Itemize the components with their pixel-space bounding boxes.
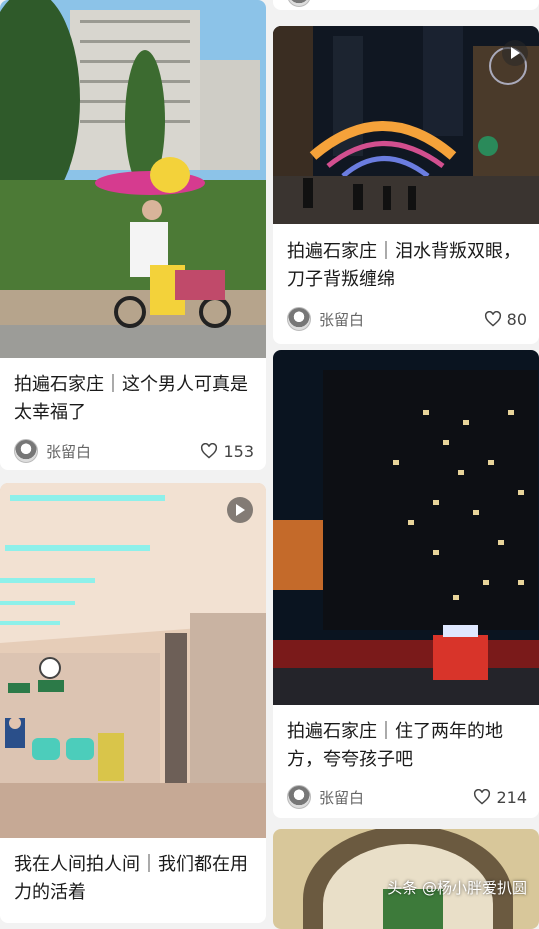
watermark-text: 头条 @杨小胖爱扒圆 (387, 879, 527, 897)
photo-pedestrian-street (273, 26, 539, 224)
post-meta (287, 0, 527, 8)
heart-outline-icon (484, 311, 501, 327)
like-button[interactable]: 80 (484, 310, 527, 329)
post-meta: 张留白 153 (14, 438, 254, 464)
heart-outline-icon (201, 443, 218, 459)
play-button[interactable] (227, 497, 253, 523)
post-card-4[interactable]: 我在人间拍人间｜我们都在用力的活着 (0, 483, 266, 923)
post-title[interactable]: 拍遍石家庄｜这个男人可真是太幸福了 (14, 371, 256, 427)
play-icon (236, 504, 245, 516)
play-button[interactable] (502, 40, 528, 66)
author-avatar-icon[interactable] (287, 0, 311, 7)
photo-man-with-balloons (0, 0, 266, 358)
like-count: 214 (496, 787, 527, 807)
post-card-0-partial[interactable] (273, 0, 539, 10)
author-name[interactable]: 张留白 (46, 441, 200, 462)
post-meta: 张留白 214 (287, 784, 527, 810)
post-image-pedestrian-street[interactable] (273, 26, 539, 224)
author-avatar-icon[interactable] (287, 785, 311, 809)
post-meta: 张留白 80 (287, 306, 527, 332)
post-image-man-bike[interactable] (0, 0, 266, 358)
post-card-1[interactable]: 拍遍石家庄｜这个男人可真是太幸福了 张留白 153 (0, 0, 266, 470)
photo-hospital-corridor (0, 483, 266, 838)
author-avatar-icon[interactable] (287, 307, 311, 331)
photo-apartments-night (273, 350, 539, 705)
author-name[interactable]: 张留白 (319, 787, 473, 808)
heart-outline-icon (474, 789, 491, 805)
post-title[interactable]: 拍遍石家庄｜住了两年的地方，夸夸孩子吧 (287, 718, 529, 774)
author-name[interactable]: 张留白 (319, 309, 484, 330)
post-image-apartments-night[interactable] (273, 350, 539, 705)
post-card-2[interactable]: 拍遍石家庄｜泪水背叛双眼，刀子背叛缠绵 张留白 80 (273, 26, 539, 344)
post-card-3[interactable]: 拍遍石家庄｜住了两年的地方，夸夸孩子吧 张留白 214 (273, 350, 539, 818)
like-count: 80 (506, 309, 527, 329)
like-button[interactable]: 214 (473, 788, 527, 807)
like-button[interactable]: 153 (200, 442, 254, 461)
post-title[interactable]: 拍遍石家庄｜泪水背叛双眼，刀子背叛缠绵 (287, 238, 529, 294)
author-avatar-icon[interactable] (14, 439, 38, 463)
like-count: 153 (223, 441, 254, 461)
post-title[interactable]: 我在人间拍人间｜我们都在用力的活着 (14, 851, 256, 907)
play-icon (511, 47, 520, 59)
post-image-hospital[interactable] (0, 483, 266, 838)
